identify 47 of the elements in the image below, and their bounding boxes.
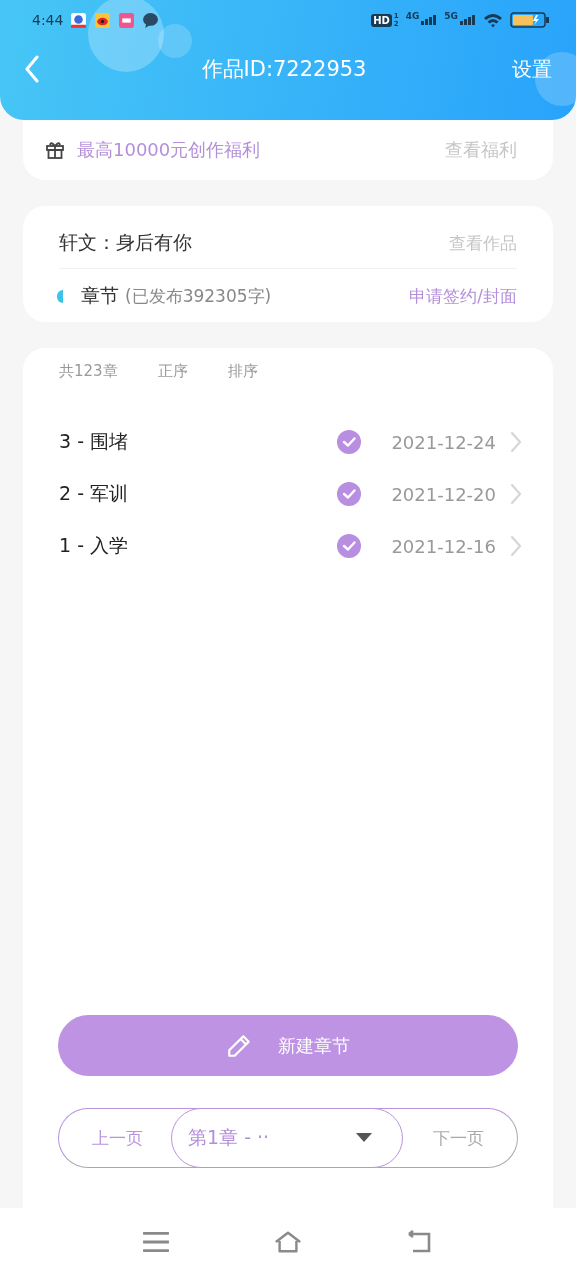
welfare-text: 最高10000元创作福利 xyxy=(77,138,261,162)
network-label: 5G xyxy=(444,11,458,21)
marker-icon xyxy=(57,289,63,303)
chapter-date: 2021-12-16 xyxy=(391,535,496,557)
view-welfare-link[interactable]: 查看福利 xyxy=(445,138,517,162)
chapter-date: 2021-12-20 xyxy=(391,483,496,505)
signal-icon xyxy=(460,15,476,25)
hd-badge: HD xyxy=(371,13,392,27)
chapter-select[interactable]: 第1章 - ·· xyxy=(171,1108,403,1168)
chapter-word-count: (已发布392305字) xyxy=(125,284,272,308)
gift-icon xyxy=(45,140,65,160)
app-notification-icon xyxy=(70,11,88,29)
chapter-row[interactable]: 1 - 入学 2021-12-16 xyxy=(59,529,517,563)
chapter-title: 3 - 围堵 xyxy=(59,429,129,454)
view-work-link[interactable]: 查看作品 xyxy=(449,231,517,255)
chevron-right-icon xyxy=(510,535,522,557)
caret-icon xyxy=(356,1133,372,1143)
chapter-title: 1 - 入学 xyxy=(59,533,129,558)
chapter-label: 章节 xyxy=(81,283,119,308)
wifi-icon xyxy=(483,12,503,28)
battery-icon xyxy=(510,12,550,28)
chevron-right-icon xyxy=(510,483,522,505)
menu-icon[interactable] xyxy=(142,1230,170,1254)
chevron-right-icon xyxy=(510,431,522,453)
page-title: 作品ID:7222953 xyxy=(200,56,368,83)
apply-contract-link[interactable]: 申请签约/封面 xyxy=(409,284,517,308)
back-icon[interactable] xyxy=(24,55,40,83)
chapter-row[interactable]: 2 - 军训 2021-12-20 xyxy=(59,477,517,511)
filter-option[interactable]: 排序 xyxy=(227,362,258,381)
chapter-title: 2 - 军训 xyxy=(59,481,129,506)
chat-bubble-icon xyxy=(142,11,160,29)
work-title: 轩文：身后有你 xyxy=(59,230,192,255)
previous-page-button[interactable]: 上一页 xyxy=(60,1110,171,1166)
home-icon[interactable] xyxy=(274,1230,302,1254)
status-time: 4:44 xyxy=(32,12,64,28)
filter-option[interactable]: 共123章 xyxy=(59,362,118,381)
pencil-icon xyxy=(226,1032,252,1059)
filter-option[interactable]: 正序 xyxy=(157,362,188,381)
next-page-button[interactable]: 下一页 xyxy=(403,1110,516,1166)
app-notification-icon xyxy=(94,11,112,29)
network-label: 4G xyxy=(405,11,420,21)
chapter-row[interactable]: 3 - 围堵 2021-12-24 xyxy=(59,425,517,459)
signal-icon xyxy=(421,15,438,25)
new-chapter-button[interactable]: 新建章节 xyxy=(58,1015,518,1076)
settings-button[interactable]: 设置 xyxy=(512,55,552,83)
chapter-date: 2021-12-24 xyxy=(391,431,496,453)
app-notification-icon xyxy=(118,11,136,29)
